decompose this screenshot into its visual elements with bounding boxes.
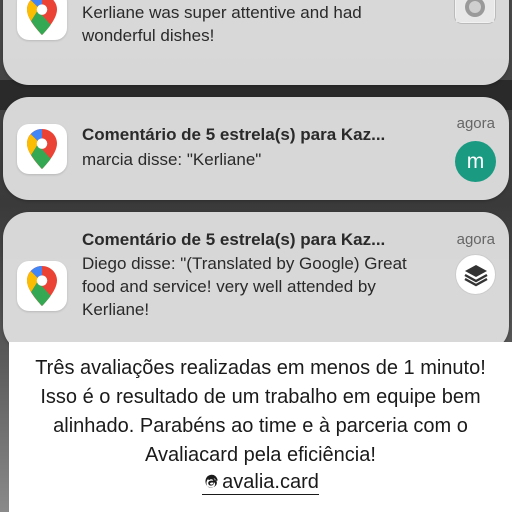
handle-text: avalia.card bbox=[222, 471, 319, 493]
notification-body: Kerliane was super attentive and had won… bbox=[82, 3, 362, 45]
user-avatar: m bbox=[455, 141, 496, 182]
photo-avatar bbox=[454, 0, 496, 24]
caption-box: Três avaliações realizadas em menos de 1… bbox=[9, 342, 512, 512]
notification-body: marcia disse: "Kerliane" bbox=[82, 150, 262, 169]
google-maps-pin-icon bbox=[17, 124, 67, 174]
layers-logo-icon bbox=[455, 254, 496, 295]
notification-title: Comentário de 5 estrela(s) para Kaz... bbox=[82, 230, 386, 249]
google-maps-pin-icon bbox=[17, 0, 67, 40]
notification-card-2[interactable]: Comentário de 5 estrela(s) para Kaz... m… bbox=[3, 97, 509, 200]
notification-title: Comentário de 5 estrela(s) para Kaz... bbox=[82, 125, 386, 144]
caption-message: Três avaliações realizadas em menos de 1… bbox=[35, 357, 486, 466]
notification-card-1[interactable]: Kerliane was super attentive and had won… bbox=[3, 0, 509, 85]
notification-body: Diego disse: "(Translated by Google) Gre… bbox=[82, 254, 407, 319]
caption-text: Três avaliações realizadas em menos de 1… bbox=[9, 354, 512, 500]
threads-icon bbox=[205, 474, 218, 488]
handle-link[interactable]: avalia.card bbox=[202, 470, 319, 495]
notification-time: agora bbox=[456, 115, 495, 132]
notification-card-3[interactable]: Comentário de 5 estrela(s) para Kaz... D… bbox=[3, 212, 509, 352]
google-maps-pin-icon bbox=[17, 261, 67, 311]
notification-time: agora bbox=[456, 231, 495, 248]
